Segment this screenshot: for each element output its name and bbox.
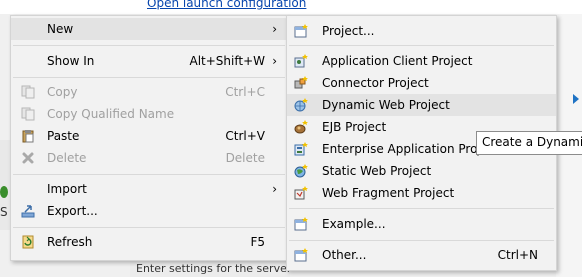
menu-item-label: Copy xyxy=(47,85,78,99)
static-web-project-icon xyxy=(294,164,308,178)
dynamic-web-project-icon xyxy=(294,98,308,112)
menu-separator xyxy=(13,45,285,46)
connector-project-icon xyxy=(294,76,308,89)
submenu-arrow-icon: › xyxy=(272,54,277,68)
submenu-item-other[interactable]: Other... Ctrl+N xyxy=(287,244,556,266)
refresh-icon xyxy=(22,235,34,249)
submenu-item-label: Web Fragment Project xyxy=(322,186,455,200)
submenu-arrow-icon: › xyxy=(272,22,277,36)
other-wizard-icon xyxy=(294,248,308,262)
menu-separator xyxy=(289,45,554,46)
menu-item-label: Refresh xyxy=(47,235,93,249)
submenu-item-web-fragment-project[interactable]: Web Fragment Project xyxy=(287,182,556,204)
menu-separator xyxy=(13,227,285,228)
menu-item-shortcut: Alt+Shift+W xyxy=(189,54,266,68)
submenu-item-label: Dynamic Web Project xyxy=(322,98,450,112)
submenu-item-label: Enterprise Application Project xyxy=(322,142,500,156)
collapse-arrow-icon[interactable] xyxy=(573,94,579,104)
menu-item-shortcut: Ctrl+N xyxy=(497,248,538,262)
web-fragment-project-icon xyxy=(294,186,308,200)
submenu-item-static-web-project[interactable]: Static Web Project xyxy=(287,160,556,182)
application-client-project-icon xyxy=(294,54,308,68)
menu-item-new[interactable]: New › xyxy=(11,18,287,40)
submenu-item-label: EJB Project xyxy=(322,120,387,134)
menu-item-export[interactable]: Export... xyxy=(11,200,287,222)
submenu-item-application-client-project[interactable]: Application Client Project xyxy=(287,50,556,72)
background-left-label: S xyxy=(0,205,8,219)
example-icon xyxy=(294,217,308,231)
menu-item-label: Paste xyxy=(47,129,80,143)
paste-icon xyxy=(22,130,34,143)
menu-item-shortcut: Ctrl+C xyxy=(225,85,265,99)
menu-item-label: Show In xyxy=(47,54,95,68)
menu-item-paste[interactable]: Paste Ctrl+V xyxy=(11,125,287,147)
menu-separator xyxy=(289,240,554,241)
menu-item-label: Copy Qualified Name xyxy=(47,107,175,121)
submenu-item-label: Other... xyxy=(322,248,367,262)
context-menu: New › Show In Alt+Shift+W › Copy Ctrl+C … xyxy=(10,15,288,261)
menu-item-label: Export... xyxy=(47,204,98,218)
delete-icon xyxy=(22,152,34,164)
server-settings-hint: Enter settings for the server xyxy=(136,262,292,275)
submenu-arrow-icon: › xyxy=(272,182,277,196)
menu-item-shortcut: Delete xyxy=(225,151,265,165)
menu-item-shortcut: F5 xyxy=(250,235,265,249)
menu-separator xyxy=(13,77,285,78)
ejb-project-icon xyxy=(294,120,308,134)
submenu-item-label: Example... xyxy=(322,217,386,231)
copy-qualified-name-icon xyxy=(21,107,35,121)
menu-item-label: Delete xyxy=(47,151,87,165)
new-project-icon xyxy=(294,24,308,38)
submenu-item-dynamic-web-project[interactable]: Dynamic Web Project xyxy=(287,94,556,116)
open-launch-configuration-link[interactable]: Open launch configuration xyxy=(147,0,306,10)
menu-item-copy[interactable]: Copy Ctrl+C xyxy=(11,81,287,103)
submenu-item-label: Application Client Project xyxy=(322,54,473,68)
menu-item-import[interactable]: Import › xyxy=(11,178,287,200)
menu-item-shortcut: Ctrl+V xyxy=(225,129,265,143)
submenu-item-label: Project... xyxy=(322,24,375,38)
submenu-item-connector-project[interactable]: Connector Project xyxy=(287,72,556,94)
menu-separator xyxy=(289,208,554,209)
menu-separator xyxy=(13,174,285,175)
menu-item-refresh[interactable]: Refresh F5 xyxy=(11,231,287,253)
menu-item-copy-qualified-name[interactable]: Copy Qualified Name xyxy=(11,103,287,125)
menu-item-label: Import xyxy=(47,182,87,196)
enterprise-application-project-icon xyxy=(294,142,308,156)
menu-item-label: New xyxy=(47,22,74,36)
copy-icon xyxy=(21,85,35,99)
menu-item-show-in[interactable]: Show In Alt+Shift+W › xyxy=(11,50,287,72)
tooltip: Create a Dynamic W xyxy=(476,131,582,155)
status-ok-icon xyxy=(0,186,8,198)
export-icon xyxy=(21,205,35,218)
submenu-item-label: Static Web Project xyxy=(322,164,432,178)
menu-item-delete[interactable]: Delete Delete xyxy=(11,147,287,169)
submenu-item-project[interactable]: Project... xyxy=(287,20,556,42)
submenu-item-example[interactable]: Example... xyxy=(287,213,556,235)
submenu-item-label: Connector Project xyxy=(322,76,429,90)
